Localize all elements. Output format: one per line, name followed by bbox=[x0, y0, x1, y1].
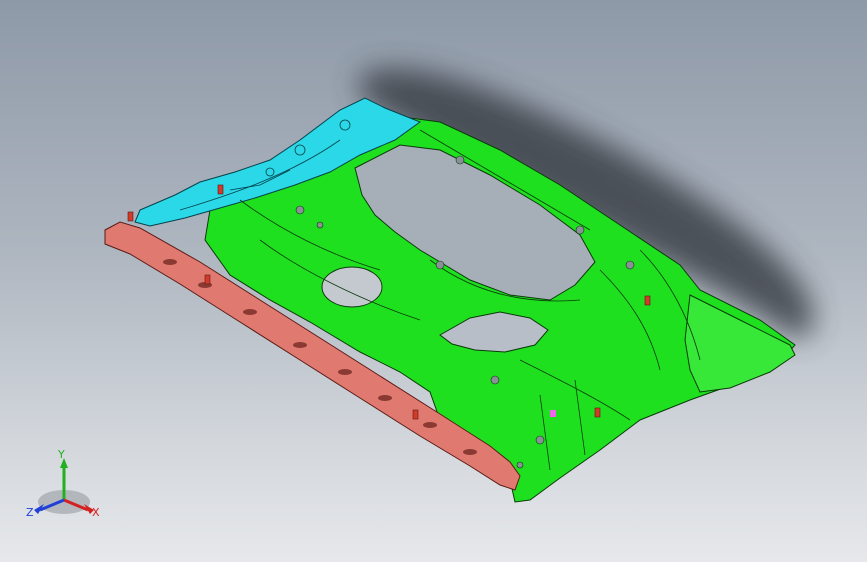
y-axis-label: Y bbox=[57, 448, 65, 461]
panel-hole-round bbox=[321, 266, 383, 308]
cad-model[interactable] bbox=[0, 0, 867, 562]
marker-pink bbox=[550, 410, 556, 417]
graphics-viewport[interactable]: Y X Z bbox=[0, 0, 867, 562]
z-axis-label: Z bbox=[26, 506, 34, 519]
axis-triad[interactable]: Y X Z bbox=[24, 446, 108, 526]
x-axis-label: X bbox=[92, 506, 100, 519]
